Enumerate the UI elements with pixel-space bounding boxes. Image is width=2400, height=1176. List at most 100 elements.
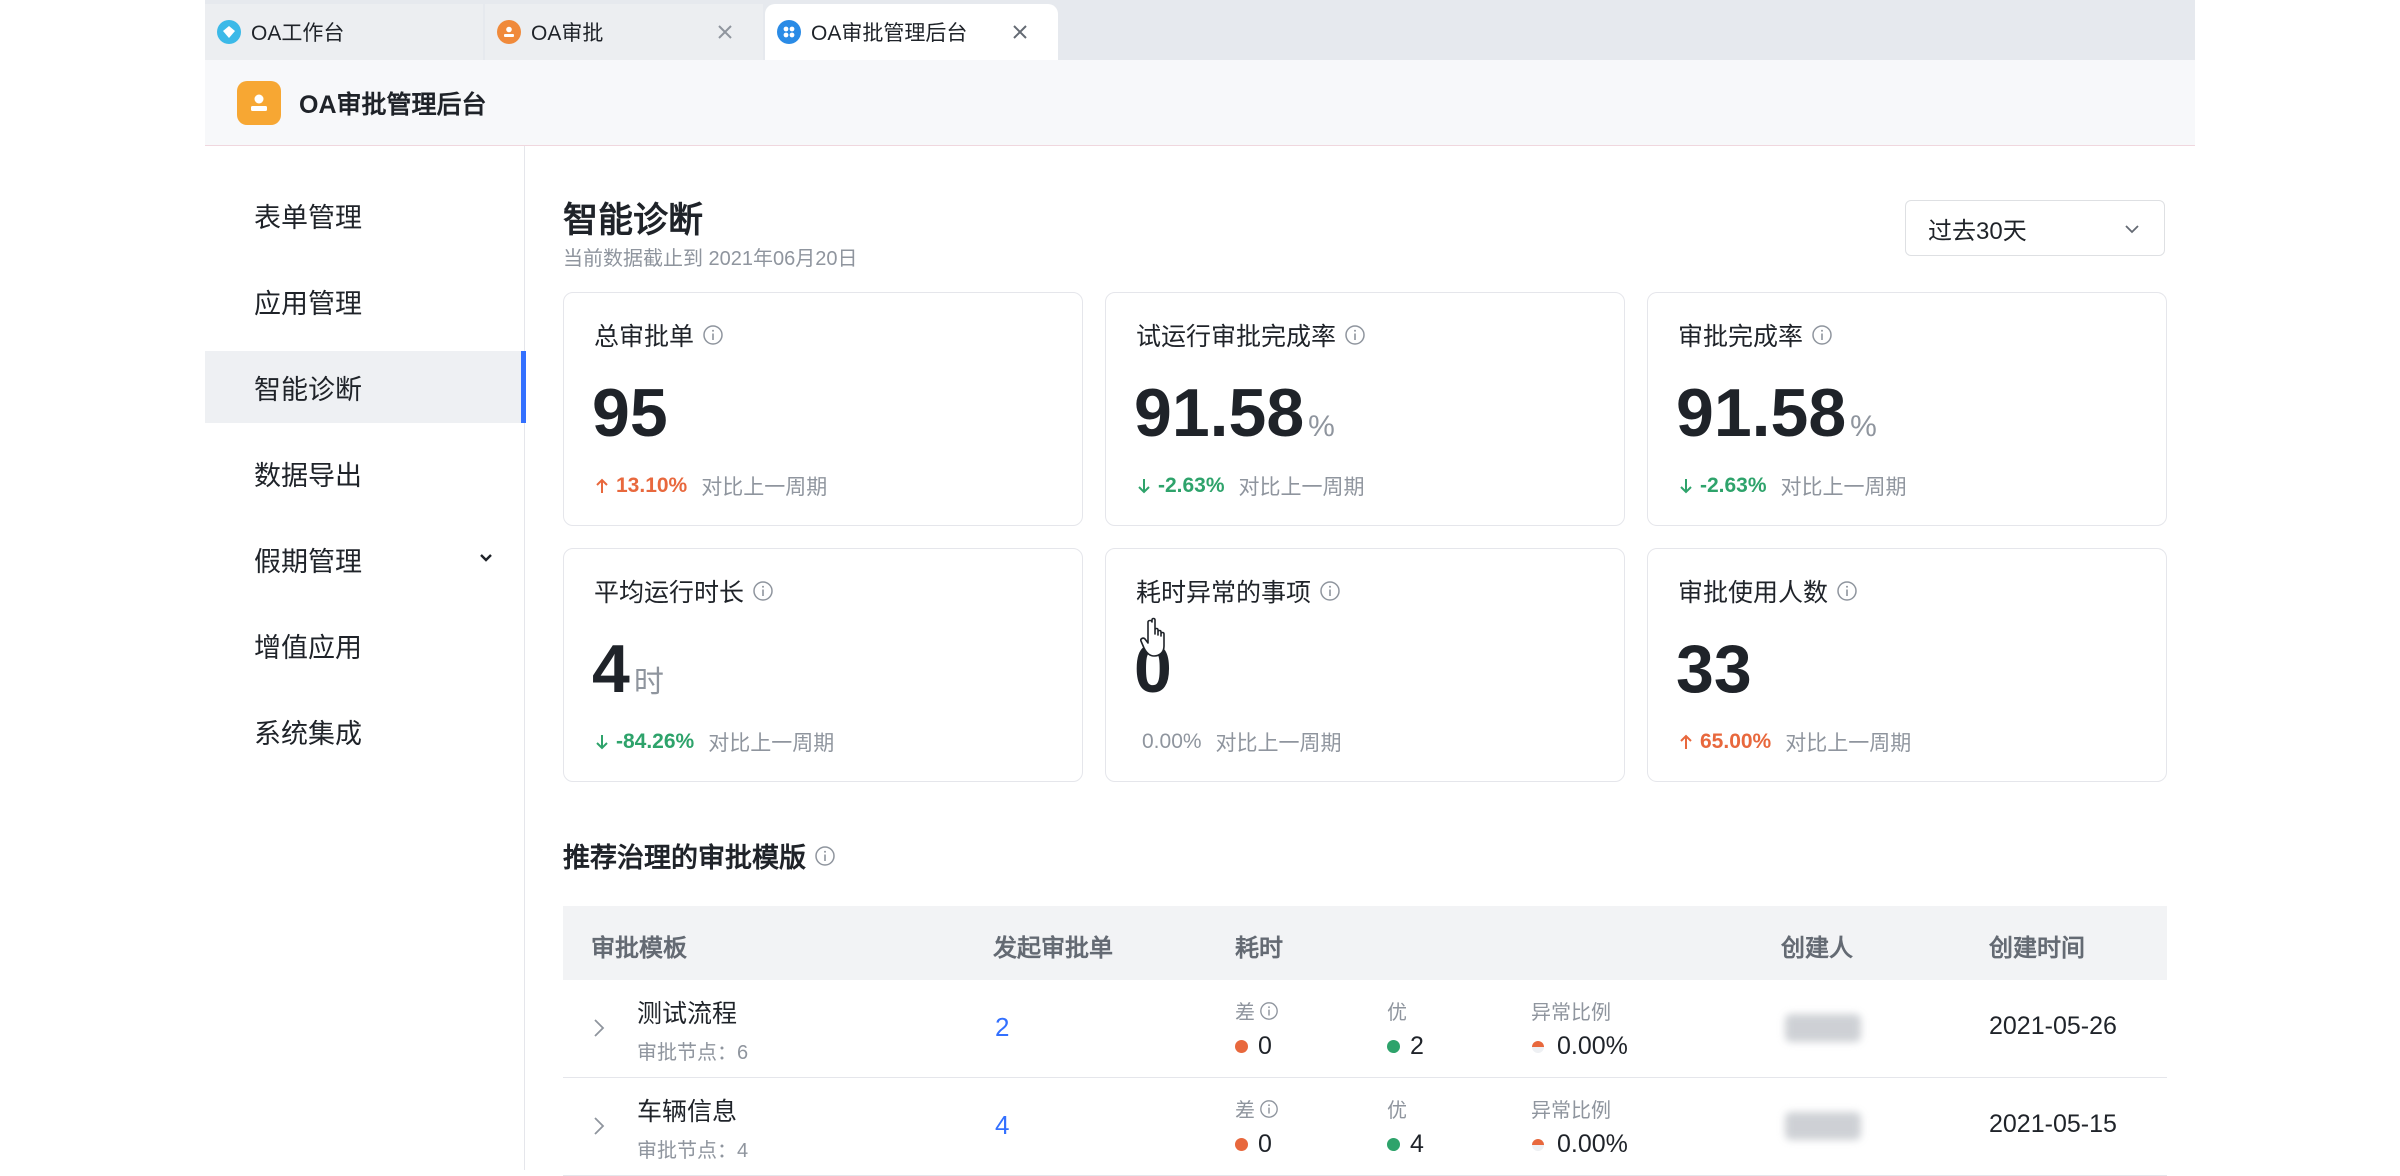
info-icon[interactable] (1259, 1099, 1279, 1119)
info-icon[interactable] (752, 580, 774, 602)
sidebar-item-label: 数据导出 (254, 460, 362, 491)
created-date: 2021-05-15 (1989, 1110, 2117, 1138)
metric-label: 差 (1235, 1100, 1255, 1122)
stamp-icon (237, 80, 281, 125)
metric-card-total: 总审批单 95 13.10% 对比上一周期 (563, 292, 1083, 526)
metric-good-label: 优 (1387, 1002, 1407, 1024)
metric-card-avg-duration: 平均运行时长 4时 -84.26% 对比上一周期 (563, 548, 1083, 782)
card-compare: 对比上一周期 (701, 476, 828, 499)
sidebar-item-integration[interactable]: 系统集成 (205, 695, 525, 767)
metric-ratio-label: 异常比例 (1531, 1100, 1611, 1122)
recommend-table: 审批模板 发起审批单 耗时 创建人 创建时间 测试流程 审批节点：6 2 差 0… (563, 906, 2167, 1176)
info-icon[interactable] (1836, 580, 1858, 602)
sidebar-item-label: 系统集成 (254, 718, 362, 749)
sidebar-item-form-management[interactable]: 表单管理 (205, 179, 525, 251)
tab-label: OA工作台 (251, 22, 345, 45)
arrow-up-icon (596, 478, 608, 493)
bad-dot (1235, 1138, 1248, 1151)
hand-cursor-icon (1140, 617, 1165, 657)
sidebar-item-label: 假期管理 (254, 546, 362, 577)
metric-ratio: 0.00% (1531, 1032, 1628, 1061)
metric-card-completion-rate: 审批完成率 91.58% -2.63% 对比上一周期 (1647, 292, 2167, 526)
good-dot (1387, 1138, 1400, 1151)
info-icon[interactable] (1259, 1001, 1279, 1021)
card-value: 91.58 (1134, 375, 1305, 451)
card-unit: % (1850, 410, 1877, 443)
arrow-down-icon (1680, 479, 1692, 494)
tab-oa-admin[interactable]: OA审批管理后台 (765, 4, 1058, 60)
info-icon[interactable] (702, 324, 724, 346)
metric-good: 2 (1387, 1032, 1424, 1061)
arrow-up-icon (1680, 734, 1692, 749)
card-trend: -84.26% (616, 730, 695, 753)
card-value: 4 (592, 631, 630, 707)
sidebar: 表单管理 应用管理 智能诊断 数据导出 假期管理 增值应用 系统集成 (205, 146, 526, 1170)
sidebar-item-leave-management[interactable]: 假期管理 (205, 523, 525, 595)
diamond-icon (217, 20, 241, 44)
card-compare: 对比上一周期 (1238, 476, 1365, 499)
metric-bad: 0 (1235, 1032, 1272, 1061)
created-date: 2021-05-26 (1989, 1012, 2117, 1040)
metric-bad-label: 差 (1235, 1094, 1279, 1123)
app-title: OA审批管理后台 (299, 90, 487, 119)
metric-bad-value: 0 (1258, 1032, 1272, 1060)
close-icon[interactable] (1010, 22, 1030, 42)
approval-count-link[interactable]: 4 (995, 1110, 1009, 1141)
table-row[interactable]: 车辆信息 审批节点：4 4 差 0 优 4 异常比例 0.00% 2021-05… (563, 1078, 2167, 1176)
template-nodes: 审批节点：4 (637, 1140, 749, 1162)
info-icon[interactable] (1811, 324, 1833, 346)
card-trend: 65.00% (1700, 730, 1772, 753)
column-header-duration: 耗时 (1235, 935, 1283, 962)
metric-good-value: 2 (1410, 1032, 1424, 1060)
info-icon[interactable] (1319, 580, 1341, 602)
chevron-down-icon (480, 554, 492, 562)
metric-ratio: 0.00% (1531, 1130, 1628, 1159)
tab-oa-workbench[interactable]: OA工作台 (205, 4, 483, 60)
ratio-pie-icon (1532, 1040, 1544, 1053)
card-trend: 0.00% (1142, 730, 1202, 753)
creator-name-blurred (1785, 1014, 1861, 1042)
card-compare: 对比上一周期 (1215, 732, 1342, 755)
sidebar-item-value-added[interactable]: 增值应用 (205, 609, 525, 681)
close-icon[interactable] (715, 22, 735, 42)
grid-icon (777, 20, 801, 44)
template-name: 测试流程 (637, 1000, 738, 1028)
app-window: OA工作台 OA审批 OA审批管理后台 OA审批管理后台 表单管理 应用管理 智… (205, 0, 2195, 1176)
metric-ratio-value: 0.00% (1557, 1130, 1628, 1158)
metric-good-label: 优 (1387, 1100, 1407, 1122)
column-header-creator: 创建人 (1781, 935, 1853, 962)
template-nodes: 审批节点：6 (637, 1042, 749, 1064)
card-compare: 对比上一周期 (1785, 732, 1912, 755)
sidebar-item-data-export[interactable]: 数据导出 (205, 437, 525, 509)
metric-ratio-value: 0.00% (1557, 1032, 1628, 1060)
tab-oa-approval[interactable]: OA审批 (485, 4, 763, 60)
arrow-down-icon (596, 735, 608, 750)
metric-card-abnormal-items: 耗时异常的事项 0 0.00% 对比上一周期 (1105, 548, 1625, 782)
ratio-pie-icon (1532, 1138, 1544, 1151)
section-title-recommend: 推荐治理的审批模版 (563, 836, 836, 875)
card-label: 试运行审批完成率 (1136, 323, 1337, 351)
info-icon[interactable] (814, 845, 836, 867)
sidebar-item-label: 应用管理 (254, 288, 362, 319)
card-trend: -2.63% (1158, 474, 1225, 497)
creator-name-blurred (1785, 1112, 1861, 1140)
time-range-select[interactable]: 过去30天 (1905, 200, 2165, 256)
chevron-right-icon[interactable] (591, 1016, 607, 1040)
info-icon[interactable] (1344, 324, 1366, 346)
card-compare: 对比上一周期 (708, 732, 835, 755)
chevron-right-icon[interactable] (591, 1114, 607, 1138)
table-header: 审批模板 发起审批单 耗时 创建人 创建时间 (563, 906, 2167, 980)
card-label: 审批完成率 (1678, 323, 1804, 351)
tab-bar: OA工作台 OA审批 OA审批管理后台 (205, 0, 2195, 60)
sidebar-item-app-management[interactable]: 应用管理 (205, 265, 525, 337)
app-header: OA审批管理后台 (205, 60, 2195, 146)
sidebar-item-smart-diagnosis[interactable]: 智能诊断 (205, 351, 526, 423)
section-title-text: 推荐治理的审批模版 (563, 843, 806, 873)
sidebar-item-label: 表单管理 (254, 202, 362, 233)
card-label: 总审批单 (594, 323, 695, 351)
card-label: 审批使用人数 (1678, 579, 1829, 607)
table-row[interactable]: 测试流程 审批节点：6 2 差 0 优 2 异常比例 0.00% 2021-05… (563, 980, 2167, 1078)
metric-bad-label: 差 (1235, 996, 1279, 1025)
approval-count-link[interactable]: 2 (995, 1012, 1009, 1043)
metric-good: 4 (1387, 1130, 1424, 1159)
